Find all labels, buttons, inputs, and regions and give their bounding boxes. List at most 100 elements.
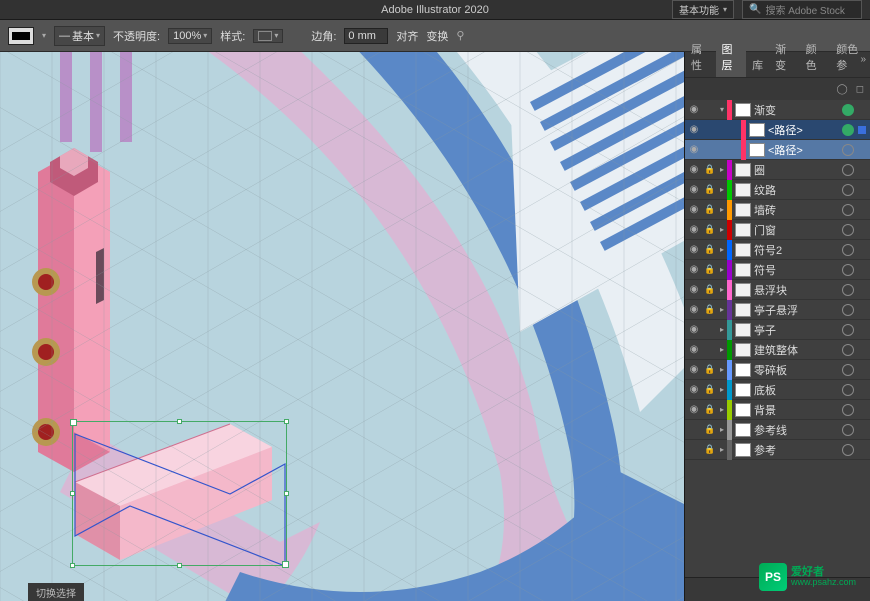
target-icon[interactable]: [842, 144, 854, 156]
expand-icon[interactable]: ▸: [717, 185, 727, 194]
selection-bounds[interactable]: [72, 421, 287, 566]
layer-row[interactable]: ◉🔒▸ 底板: [685, 380, 870, 400]
expand-icon[interactable]: ▸: [717, 205, 727, 214]
expand-icon[interactable]: ▸: [717, 365, 727, 374]
layer-row[interactable]: ◉🔒▸ 符号2: [685, 240, 870, 260]
layer-row[interactable]: ◉🔒▸ 门窗: [685, 220, 870, 240]
target-icon[interactable]: [842, 344, 854, 356]
lock-icon[interactable]: 🔒: [703, 204, 717, 215]
lock-icon[interactable]: 🔒: [703, 164, 717, 175]
target-icon[interactable]: [842, 124, 854, 136]
target-icon[interactable]: [842, 164, 854, 176]
layer-row[interactable]: ◉▸亭子: [685, 320, 870, 340]
target-icon[interactable]: [842, 404, 854, 416]
visibility-icon[interactable]: ◉: [685, 284, 703, 295]
opacity-input[interactable]: 100% ▾: [168, 28, 212, 44]
lock-icon[interactable]: 🔒: [703, 304, 717, 315]
layer-row[interactable]: ◉🔒▸纹路: [685, 180, 870, 200]
lock-icon[interactable]: 🔒: [703, 244, 717, 255]
panel-tab-4[interactable]: 颜色: [800, 37, 831, 77]
layer-name[interactable]: 门窗: [754, 222, 838, 238]
expand-icon[interactable]: ▸: [717, 305, 727, 314]
layer-row[interactable]: 🔒▸ 参考: [685, 440, 870, 460]
visibility-icon[interactable]: ◉: [685, 404, 703, 415]
visibility-icon[interactable]: ◉: [685, 164, 703, 175]
lock-icon[interactable]: 🔒: [703, 224, 717, 235]
expand-icon[interactable]: ▸: [717, 265, 727, 274]
switch-select-label[interactable]: 切换选择: [36, 585, 76, 600]
layer-name[interactable]: <路径>: [768, 142, 838, 158]
visibility-icon[interactable]: ◉: [685, 144, 703, 155]
expand-icon[interactable]: ▸: [717, 245, 727, 254]
layer-name[interactable]: 墙砖: [754, 202, 838, 218]
panel-tab-3[interactable]: 渐变: [769, 37, 800, 77]
style-dropdown[interactable]: ▾: [253, 29, 283, 43]
target-icon[interactable]: [842, 204, 854, 216]
layer-row[interactable]: ◉<路径>: [685, 120, 870, 140]
layer-name[interactable]: 符号: [754, 262, 838, 278]
layer-row[interactable]: ◉🔒▸零碎板: [685, 360, 870, 380]
layer-row[interactable]: ◉🔒▸ 圈: [685, 160, 870, 180]
visibility-icon[interactable]: ◉: [685, 224, 703, 235]
expand-icon[interactable]: ▸: [717, 165, 727, 174]
layer-row[interactable]: ◉🔒▸ 亭子悬浮: [685, 300, 870, 320]
layer-row[interactable]: ◉ ▾ 渐变: [685, 100, 870, 120]
expand-icon[interactable]: ▸: [717, 405, 727, 414]
expand-icon[interactable]: ▸: [717, 445, 727, 454]
visibility-icon[interactable]: ◉: [685, 304, 703, 315]
visibility-icon[interactable]: ◉: [685, 364, 703, 375]
target-icon[interactable]: [842, 304, 854, 316]
target-icon[interactable]: [842, 364, 854, 376]
layer-name[interactable]: 零碎板: [754, 362, 838, 378]
transform-label[interactable]: 变换: [426, 28, 448, 44]
lock-icon[interactable]: 🔒: [703, 444, 717, 455]
stroke-swatch[interactable]: [8, 27, 34, 45]
visibility-icon[interactable]: ◉: [685, 184, 703, 195]
lock-icon[interactable]: 🔒: [703, 384, 717, 395]
panel-tab-0[interactable]: 属性: [685, 37, 716, 77]
layer-row[interactable]: ◉🔒▸背景: [685, 400, 870, 420]
layer-row[interactable]: ◉🔒▸墙砖: [685, 200, 870, 220]
layer-row[interactable]: ◉▸建筑整体: [685, 340, 870, 360]
expand-icon[interactable]: ▸: [717, 225, 727, 234]
expand-icon[interactable]: ▾: [717, 105, 727, 114]
visibility-icon[interactable]: ◉: [685, 104, 703, 115]
layer-name[interactable]: 符号2: [754, 242, 838, 258]
layer-row[interactable]: ◉🔒▸悬浮块: [685, 280, 870, 300]
lock-icon[interactable]: 🔒: [703, 184, 717, 195]
visibility-icon[interactable]: ◉: [685, 324, 703, 335]
corner-input[interactable]: [344, 28, 388, 44]
target-icon[interactable]: [842, 184, 854, 196]
layer-name[interactable]: 建筑整体: [754, 342, 838, 358]
visibility-icon[interactable]: ◉: [685, 264, 703, 275]
layer-name[interactable]: 底板: [754, 382, 838, 398]
target-icon[interactable]: [842, 224, 854, 236]
target-icon[interactable]: [842, 384, 854, 396]
target-icon[interactable]: [842, 444, 854, 456]
layer-name[interactable]: 圈: [754, 162, 838, 178]
layer-row[interactable]: ◉🔒▸符号: [685, 260, 870, 280]
target-icon[interactable]: [842, 104, 854, 116]
visibility-icon[interactable]: ◉: [685, 384, 703, 395]
expand-icon[interactable]: ▸: [717, 425, 727, 434]
layer-name[interactable]: 参考: [754, 442, 838, 458]
canvas[interactable]: 切换选择: [0, 52, 684, 601]
stroke-dropdown[interactable]: — 基本 ▾: [54, 26, 105, 46]
pin-icon[interactable]: ⚲: [456, 29, 464, 42]
layer-name[interactable]: 渐变: [754, 102, 838, 118]
workspace-dropdown[interactable]: 基本功能▾: [672, 0, 734, 19]
target-icon[interactable]: [842, 264, 854, 276]
layer-name[interactable]: 悬浮块: [754, 282, 838, 298]
expand-icon[interactable]: ▸: [717, 385, 727, 394]
search-input[interactable]: 🔍 搜索 Adobe Stock: [742, 0, 862, 19]
panel-tab-1[interactable]: 图层: [716, 37, 747, 77]
target-icon[interactable]: [842, 324, 854, 336]
visibility-icon[interactable]: ◉: [685, 244, 703, 255]
expand-icon[interactable]: ▸: [717, 285, 727, 294]
align-label[interactable]: 对齐: [396, 28, 418, 44]
visibility-icon[interactable]: ◉: [685, 344, 703, 355]
layer-name[interactable]: 亭子悬浮: [754, 302, 838, 318]
layer-name[interactable]: 参考线: [754, 422, 838, 438]
target-icon[interactable]: [842, 244, 854, 256]
target-icon[interactable]: [842, 424, 854, 436]
